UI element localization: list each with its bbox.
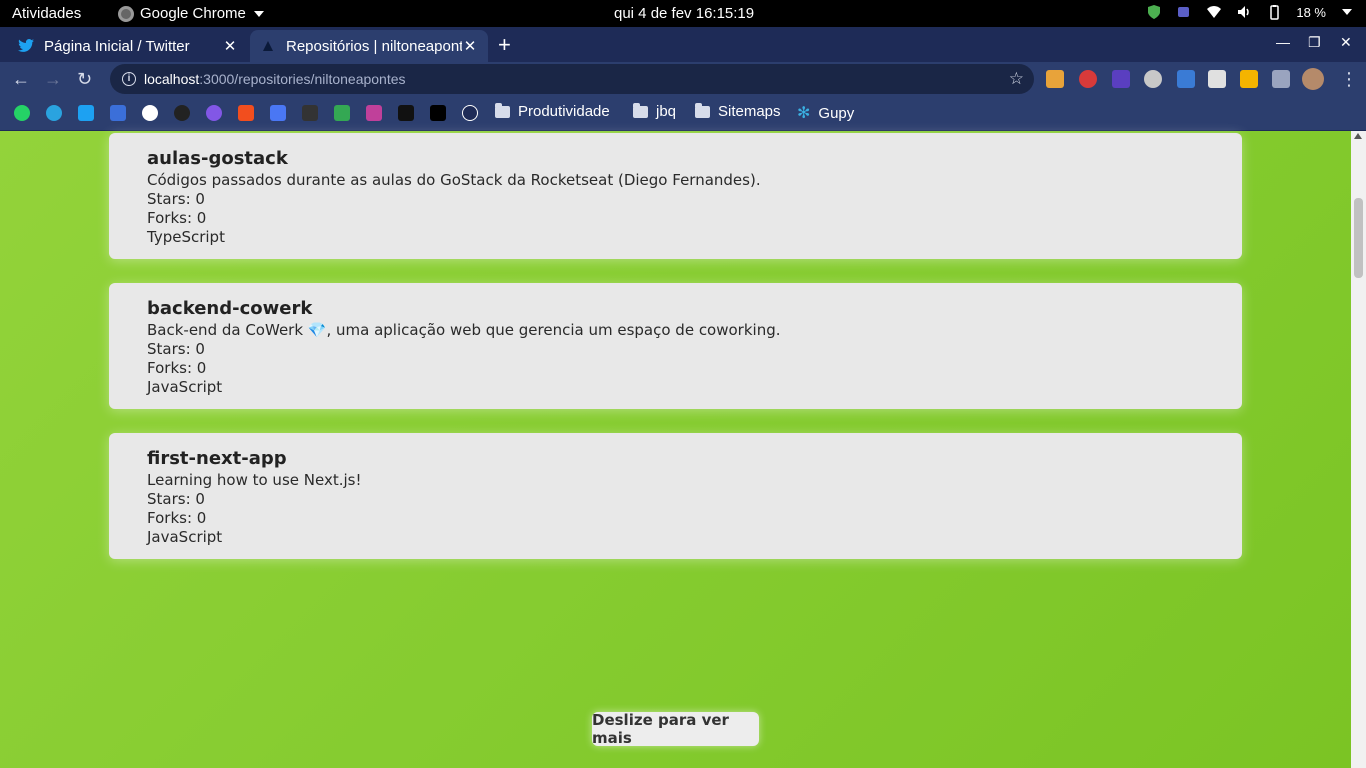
gupy-icon: ✻ [797, 105, 811, 122]
tab-repositorios[interactable]: Repositórios | niltoneapontes ✕ [250, 30, 488, 62]
bookmarks-bar: Produtividade jbq Sitemaps ✻ Gupy [0, 97, 1366, 131]
info-icon[interactable]: i [122, 72, 136, 86]
browser-toolbar: ← → ↻ i localhost:3000/repositories/nilt… [0, 62, 1366, 97]
repository-description: Códigos passados durante as aulas do GoS… [147, 171, 761, 189]
url-host: localhost [144, 71, 200, 87]
repository-stars: Stars: 0 [147, 340, 205, 358]
figma-icon[interactable] [238, 105, 254, 121]
stack-icon[interactable] [366, 105, 382, 121]
extension-badge-icon[interactable] [1112, 70, 1130, 88]
tab-strip: Página Inicial / Twitter ✕ Repositórios … [0, 27, 1366, 62]
tab-title: Página Inicial / Twitter [44, 37, 190, 55]
twitter-icon [18, 38, 34, 54]
close-icon[interactable]: ✕ [222, 37, 238, 55]
app-name: Google Chrome [140, 5, 246, 22]
clock[interactable]: qui 4 de fev 16:15:19 [614, 5, 754, 22]
url-path: :3000/repositories/niltoneapontes [199, 71, 406, 87]
bookmark-folder-sitemaps[interactable]: Sitemaps [695, 102, 781, 120]
bookmark-folder-jbq[interactable]: jbq [633, 102, 677, 120]
repository-language: TypeScript [147, 228, 225, 246]
extension-color-icon[interactable] [1240, 70, 1258, 88]
png-icon[interactable] [302, 105, 318, 121]
system-top-bar: Atividades Google Chrome qui 4 de fev 16… [0, 0, 1366, 27]
whatsapp-icon[interactable] [14, 105, 30, 121]
bookmark-gupy[interactable]: ✻ Gupy [797, 103, 854, 123]
volume-icon[interactable] [1236, 4, 1252, 20]
tab-title: Repositórios | niltoneapontes [286, 37, 462, 55]
minimize-icon[interactable]: — [1276, 34, 1290, 50]
check-icon[interactable] [142, 105, 158, 121]
folder-label: Produtividade [518, 103, 610, 120]
github-icon[interactable] [174, 105, 190, 121]
repository-card[interactable]: first-next-app Learning how to use Next.… [109, 433, 1242, 559]
extension-printer-icon[interactable] [1208, 70, 1226, 88]
load-more-button[interactable]: Deslize para ver mais [592, 711, 759, 747]
battery-percent: 18 % [1296, 4, 1326, 20]
repository-name: first-next-app [147, 448, 287, 469]
battery-icon[interactable] [1266, 4, 1282, 20]
wifi-icon[interactable] [1206, 4, 1222, 20]
repository-description: Learning how to use Next.js! [147, 471, 362, 489]
forward-icon[interactable]: → [44, 69, 62, 90]
puzzle-icon[interactable] [1272, 70, 1290, 88]
app-menu[interactable]: Google Chrome [118, 5, 264, 22]
repository-card[interactable]: aulas-gostack Códigos passados durante a… [109, 133, 1242, 259]
teams-icon[interactable] [1176, 4, 1192, 20]
repository-stars: Stars: 0 [147, 190, 205, 208]
new-tab-button[interactable]: + [498, 32, 511, 58]
back-icon[interactable]: ← [12, 69, 30, 90]
site-icon [260, 38, 276, 54]
repository-language: JavaScript [147, 528, 223, 546]
repository-forks: Forks: 0 [147, 509, 207, 527]
repository-name: aulas-gostack [147, 148, 288, 169]
bookmark-label: Gupy [818, 104, 855, 122]
system-tray[interactable]: 18 % [1146, 4, 1352, 20]
code-icon[interactable] [462, 105, 478, 121]
repository-card[interactable]: backend-cowerk Back-end da CoWerk 💎, uma… [109, 283, 1242, 409]
repository-language: JavaScript [147, 378, 223, 396]
folder-icon [495, 102, 510, 118]
folder-label: Sitemaps [718, 103, 781, 120]
repository-forks: Forks: 0 [147, 359, 207, 377]
meet-icon[interactable] [334, 105, 350, 121]
reload-icon[interactable]: ↻ [77, 69, 92, 90]
kebab-menu-icon[interactable]: ⋮ [1340, 69, 1358, 90]
chrome-icon [118, 5, 134, 22]
close-icon[interactable]: ✕ [462, 37, 478, 55]
gear-icon[interactable] [1144, 70, 1162, 88]
bookmark-star-icon[interactable]: ☆ [1009, 69, 1024, 89]
bookmark-icon[interactable] [110, 105, 126, 121]
chevron-down-icon [253, 10, 264, 17]
bookmark-folder-produtividade[interactable]: Produtividade [495, 102, 610, 120]
rocketseat-icon[interactable] [206, 105, 222, 121]
medium-icon[interactable] [270, 105, 286, 121]
repository-description: Back-end da CoWerk 💎, uma aplicação web … [147, 321, 781, 339]
address-bar[interactable]: i localhost:3000/repositories/niltoneapo… [110, 64, 1034, 94]
tab-twitter[interactable]: Página Inicial / Twitter ✕ [8, 30, 248, 62]
repository-forks: Forks: 0 [147, 209, 207, 227]
repository-name: backend-cowerk [147, 298, 313, 319]
extension-k-icon[interactable] [1046, 70, 1064, 88]
telegram-icon[interactable] [46, 105, 62, 121]
shield-icon[interactable] [1146, 4, 1162, 20]
extension-pen-icon[interactable] [1177, 70, 1195, 88]
repository-stars: Stars: 0 [147, 490, 205, 508]
twitter-icon[interactable] [78, 105, 94, 121]
close-window-icon[interactable]: ✕ [1340, 34, 1352, 51]
folder-label: jbq [656, 103, 677, 120]
activities-button[interactable]: Atividades [12, 5, 81, 22]
scrollbar-thumb[interactable] [1354, 198, 1363, 278]
adblock-icon[interactable] [1079, 70, 1097, 88]
scroll-up-arrow-icon[interactable] [1354, 133, 1362, 139]
chevron-down-icon[interactable] [1342, 9, 1352, 15]
dark-app-icon[interactable] [398, 105, 414, 121]
vercel-icon[interactable] [430, 105, 446, 121]
folder-icon [695, 102, 710, 118]
avatar[interactable] [1302, 68, 1324, 90]
folder-icon [633, 102, 648, 118]
restore-icon[interactable]: ❐ [1308, 34, 1321, 51]
